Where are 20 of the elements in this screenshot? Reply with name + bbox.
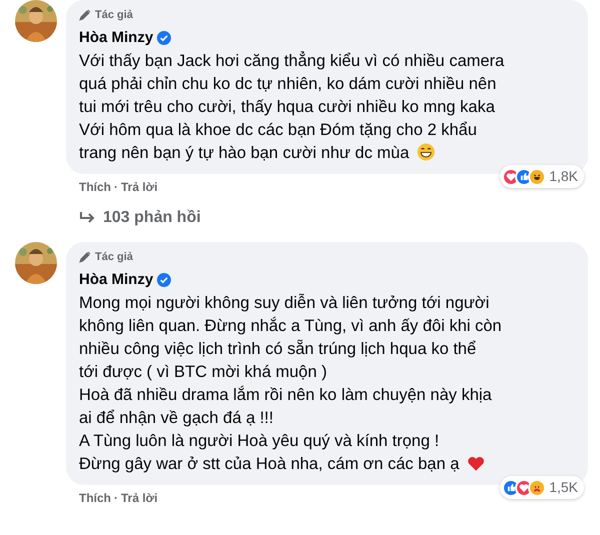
comment-text: Với thấy bạn Jack hơi căng thẳng kiểu vì có nhiều camera quá phải chỉn chu ko dc tự nhiên, ko dám cười nhiều nên tui mới trêu cho cười, thấy hqua cười nhiều ko mng kaka Với hôm qua là khoe dc các bạn Đóm tặng cho 2 khẩu trang nên bạn ý tự hào bạn cười như dc mùa bbox=[79, 50, 506, 164]
author-name[interactable]: Hòa Minzy bbox=[79, 268, 154, 291]
author-label: Tác giả bbox=[95, 250, 133, 265]
author-name[interactable]: Hòa Minzy bbox=[79, 26, 154, 49]
action-link[interactable]: Thích bbox=[79, 489, 111, 507]
reaction-summary[interactable]: 1,5K bbox=[500, 476, 584, 499]
reply-arrow-icon bbox=[79, 211, 95, 225]
action-link[interactable]: Trả lời bbox=[121, 178, 158, 196]
pencil-icon bbox=[79, 9, 91, 22]
reaction-count: 1,8K bbox=[549, 167, 578, 186]
reaction-summary[interactable]: 1,8K bbox=[500, 165, 584, 188]
view-replies-link[interactable]: 103 phản hồi bbox=[103, 206, 201, 230]
reaction-count: 1,5K bbox=[549, 478, 578, 497]
action-link[interactable]: Trả lời bbox=[121, 489, 158, 507]
comment-text: Mong mọi người không suy diễn và liên tưởng tới người không liên quan. Đừng nhắc a Tùng, vì anh ấy đôi khi còn nhiều công việc lịch trình có sẵn trúng lịch hqua ko thể tới được ( vì BTC mời khá muộn ) Hoà đã nhiều drama lắm rồi nên ko làm chuyện này khịa ai để nhận về gạch đá ạ !!! A Tùng luôn là người Hoà yêu quý và kính trọng ! Đừng gây war ở stt của Hoà nha, cám ơn các bạn ạ bbox=[79, 292, 503, 475]
action-link[interactable]: Thích bbox=[79, 178, 111, 196]
separator-dot: · bbox=[113, 179, 119, 196]
author-label: Tác giả bbox=[95, 8, 133, 23]
separator-dot: · bbox=[113, 490, 119, 507]
pencil-icon bbox=[79, 251, 91, 264]
